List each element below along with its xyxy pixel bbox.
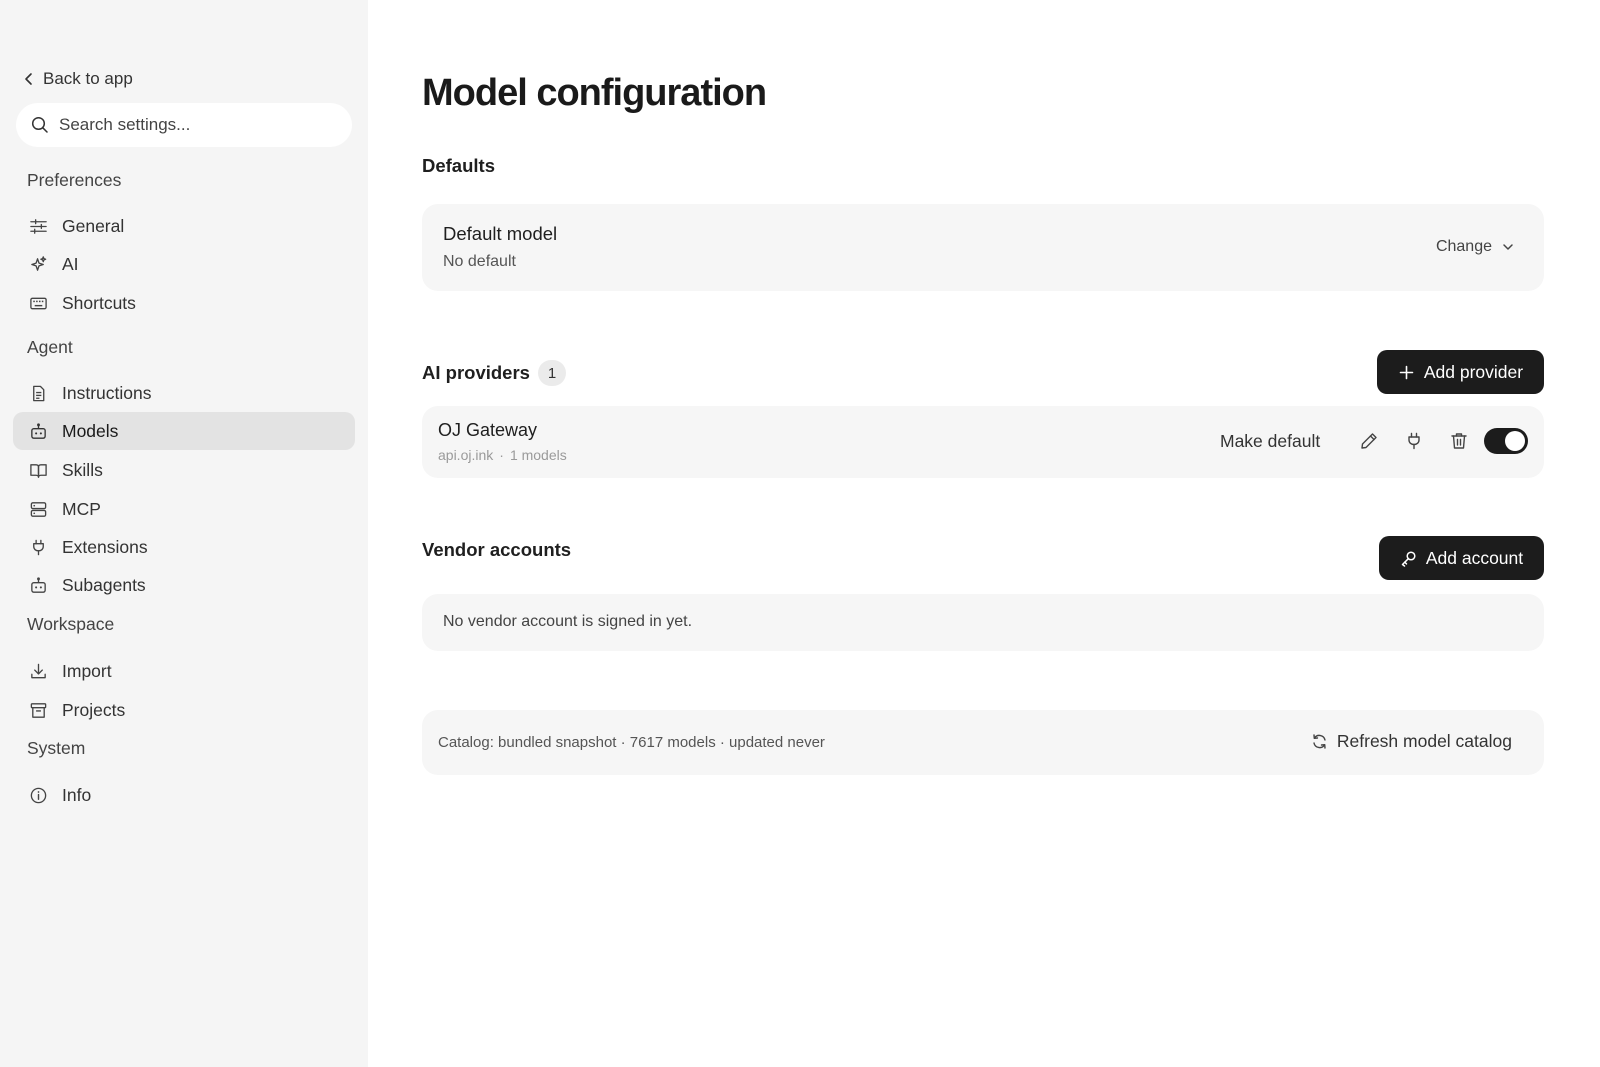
add-account-button[interactable]: Add account	[1379, 536, 1544, 580]
refresh-icon	[1313, 734, 1326, 749]
sidebar-item-models[interactable]: Models	[13, 412, 355, 450]
add-account-label: Add account	[1425, 547, 1524, 568]
sidebar-item-label: Skills	[62, 459, 103, 480]
provider-enabled-toggle[interactable]	[1484, 428, 1528, 454]
archive-icon	[28, 700, 48, 720]
add-provider-label: Add provider	[1423, 361, 1524, 382]
sidebar-item-label: Projects	[62, 699, 126, 720]
test-connection-button[interactable]	[1402, 429, 1426, 453]
plug-icon	[28, 537, 48, 557]
sidebar-item-ai[interactable]: AI	[13, 245, 355, 283]
chevron-down-icon	[1503, 244, 1513, 250]
sidebar-item-projects[interactable]: Projects	[13, 691, 355, 729]
plug-icon	[1408, 432, 1420, 450]
sidebar-item-instructions[interactable]: Instructions	[13, 374, 355, 412]
sidebar-item-label: Extensions	[62, 536, 148, 557]
plus-icon	[1399, 365, 1414, 379]
sidebar-item-label: Models	[62, 420, 119, 441]
edit-provider-button[interactable]	[1357, 429, 1381, 453]
vendor-empty-message: No vendor account is signed in yet.	[443, 613, 693, 630]
default-model-value: No default	[443, 253, 516, 270]
sidebar-item-label: Info	[62, 784, 92, 805]
providers-count-badge: 1	[538, 360, 566, 386]
sidebar-item-label: Instructions	[62, 382, 152, 403]
change-default-model-button[interactable]: Change	[1436, 238, 1514, 256]
sidebar-item-label: AI	[62, 253, 79, 274]
ai-providers-heading: AI providers	[422, 362, 530, 383]
book-icon	[28, 460, 48, 480]
provider-row: OJ Gateway api.oj.ink · 1 models Make de…	[422, 406, 1544, 478]
page-title: Model configuration	[422, 72, 767, 114]
default-model-label: Default model	[443, 223, 558, 244]
server-icon	[28, 499, 48, 519]
chevron-left-icon	[25, 73, 32, 85]
catalog-status: Catalog: bundled snapshot · 7617 models …	[438, 734, 825, 751]
defaults-heading: Defaults	[422, 155, 495, 176]
change-label: Change	[1435, 238, 1492, 255]
sliders-icon	[28, 216, 48, 236]
vendor-accounts-card: No vendor account is signed in yet.	[422, 594, 1544, 651]
provider-model-count: 1 models	[509, 447, 567, 463]
key-icon	[1401, 550, 1416, 567]
sidebar-item-info[interactable]: Info	[13, 776, 355, 814]
sidebar-item-mcp[interactable]: MCP	[13, 490, 355, 528]
back-to-app-label: Back to app	[43, 69, 133, 88]
back-to-app-link[interactable]: Back to app	[23, 68, 133, 90]
settings-sidebar: Back to app Preferences General AI Short…	[0, 0, 368, 1067]
sidebar-item-subagents[interactable]: Subagents	[13, 566, 355, 604]
provider-meta: api.oj.ink · 1 models	[438, 447, 567, 463]
settings-search[interactable]	[16, 103, 352, 147]
pencil-icon	[1361, 433, 1377, 449]
keyboard-icon	[28, 293, 48, 313]
sidebar-item-label: Shortcuts	[62, 292, 136, 313]
provider-name: OJ Gateway	[438, 420, 538, 440]
section-system: System	[27, 738, 86, 758]
refresh-catalog-button[interactable]: Refresh model catalog	[1311, 731, 1512, 752]
add-provider-button[interactable]: Add provider	[1377, 350, 1544, 394]
sidebar-item-extensions[interactable]: Extensions	[13, 528, 355, 566]
sidebar-item-skills[interactable]: Skills	[13, 451, 355, 489]
section-workspace: Workspace	[27, 614, 115, 634]
default-model-card: Default model No default Change	[422, 204, 1544, 291]
document-icon	[28, 383, 48, 403]
sidebar-item-import[interactable]: Import	[13, 652, 355, 690]
sidebar-item-label: MCP	[62, 498, 101, 519]
make-default-button[interactable]: Make default	[1220, 431, 1320, 452]
sidebar-item-label: Import	[62, 660, 112, 681]
sidebar-item-general[interactable]: General	[13, 207, 355, 245]
catalog-card: Catalog: bundled snapshot · 7617 models …	[422, 710, 1544, 775]
search-icon	[31, 116, 48, 133]
bot-icon	[28, 575, 48, 595]
search-input[interactable]	[59, 115, 329, 135]
provider-host: api.oj.ink	[438, 447, 494, 463]
delete-provider-button[interactable]	[1447, 429, 1471, 453]
sidebar-item-label: Subagents	[62, 574, 146, 595]
toggle-knob	[1505, 431, 1525, 451]
sidebar-item-shortcuts[interactable]: Shortcuts	[13, 284, 355, 322]
section-agent: Agent	[27, 337, 73, 357]
trash-icon	[1451, 433, 1467, 449]
refresh-catalog-label: Refresh model catalog	[1336, 731, 1512, 751]
info-icon	[28, 785, 48, 805]
section-preferences: Preferences	[27, 170, 122, 190]
provider-meta-separator: ·	[499, 447, 504, 463]
download-icon	[28, 661, 48, 681]
sparkles-icon	[28, 254, 48, 274]
sidebar-item-label: General	[62, 215, 125, 236]
vendor-accounts-heading: Vendor accounts	[422, 539, 572, 560]
bot-icon	[28, 421, 48, 441]
